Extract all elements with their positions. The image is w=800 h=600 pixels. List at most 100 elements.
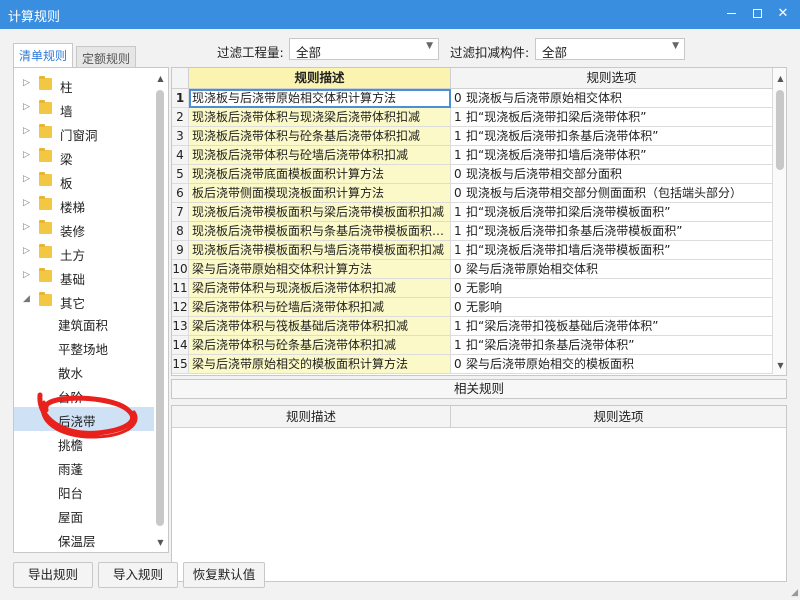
rule-desc-cell[interactable]: 梁与后浇带原始相交体积计算方法 — [189, 260, 451, 279]
tree-leaf-item[interactable]: 挑檐 — [14, 431, 154, 455]
rule-desc-cell[interactable]: 现浇板后浇带模板面积与梁后浇带模板面积扣减 — [189, 203, 451, 222]
table-row[interactable]: 9 现浇板后浇带模板面积与墙后浇带模板面积扣减 1 扣“现浇板后浇带扣墙后浇带模板面积… — [172, 241, 773, 260]
component-filter-select[interactable]: 全部 ▼ — [535, 38, 685, 60]
tree-leaf-item[interactable]: 建筑面积 — [14, 311, 154, 335]
rule-option-text: 扣“梁后浇带扣筏板基础后浇带体积” — [466, 319, 659, 333]
grid-scroll-thumb[interactable] — [776, 90, 784, 170]
rule-option-cell[interactable]: 1 扣“现浇板后浇带扣条基后浇带体积” — [451, 127, 773, 146]
rule-option-cell[interactable]: 1 扣“梁后浇带扣筏板基础后浇带体积” — [451, 317, 773, 336]
rule-desc-cell[interactable]: 现浇板与后浇带原始相交体积计算方法 — [189, 89, 451, 108]
tree-leaf-item[interactable]: 雨蓬 — [14, 455, 154, 479]
tree-folder-item[interactable]: ▷ 装修 — [14, 217, 154, 241]
tab-list-rules[interactable]: 清单规则 — [13, 43, 73, 68]
table-row[interactable]: 3 现浇板后浇带体积与砼条基后浇带体积扣减 1 扣“现浇板后浇带扣条基后浇带体积” — [172, 127, 773, 146]
chevron-right-icon[interactable]: ▷ — [23, 174, 30, 184]
rule-option-cell[interactable]: 0 梁与后浇带原始相交的模板面积 — [451, 355, 773, 374]
tab-quota-rules[interactable]: 定额规则 — [76, 46, 136, 68]
rule-desc-cell[interactable]: 现浇板后浇带体积与砼条基后浇带体积扣减 — [189, 127, 451, 146]
table-row[interactable]: 8 现浇板后浇带模板面积与条基后浇带模板面积扣减 1 扣“现浇板后浇带扣条基后浇带模板… — [172, 222, 773, 241]
rule-option-cell[interactable]: 1 扣“现浇板后浇带扣墙后浇带模板面积” — [451, 241, 773, 260]
rule-option-cell[interactable]: 1 扣“现浇板后浇带扣条基后浇带模板面积” — [451, 222, 773, 241]
tree-scrollbar[interactable]: ▲ ▼ — [153, 68, 168, 552]
chevron-right-icon[interactable]: ▷ — [23, 198, 30, 208]
chevron-right-icon[interactable]: ▷ — [23, 150, 30, 160]
close-button[interactable]: ✕ — [770, 0, 796, 29]
tree-folder-item[interactable]: ▷ 基础 — [14, 265, 154, 289]
rule-option-cell[interactable]: 1 扣“现浇板后浇带扣墙后浇带体积” — [451, 146, 773, 165]
folder-icon — [39, 76, 52, 90]
chevron-right-icon[interactable]: ▷ — [23, 222, 30, 232]
chevron-right-icon[interactable]: ▷ — [23, 246, 30, 256]
resize-grip-icon[interactable]: ◢ — [791, 588, 798, 598]
chevron-down-icon[interactable]: ◢ — [23, 294, 30, 304]
tree-leaf-item[interactable]: 台阶 — [14, 383, 154, 407]
rule-desc-cell[interactable]: 梁后浇带体积与现浇板后浇带体积扣减 — [189, 279, 451, 298]
table-row[interactable]: 12 梁后浇带体积与砼墙后浇带体积扣减 0 无影响 — [172, 298, 773, 317]
tree-folder-item[interactable]: ▷ 梁 — [14, 145, 154, 169]
tree-folder-item[interactable]: ◢ 其它 — [14, 289, 154, 313]
tree-folder-item[interactable]: ▷ 门窗洞 — [14, 121, 154, 145]
rule-desc-cell[interactable]: 现浇板后浇带体积与砼墙后浇带体积扣减 — [189, 146, 451, 165]
tree-scroll-thumb[interactable] — [156, 90, 164, 526]
tree-folder-item[interactable]: ▷ 柱 — [14, 73, 154, 97]
tree-folder-item[interactable]: ▷ 板 — [14, 169, 154, 193]
rule-desc-cell[interactable]: 梁后浇带体积与筏板基础后浇带体积扣减 — [189, 317, 451, 336]
table-row[interactable]: 5 现浇板后浇带底面模板面积计算方法 0 现浇板与后浇带相交部分面积 — [172, 165, 773, 184]
maximize-button[interactable] — [744, 0, 770, 29]
tree-leaf-item[interactable]: 散水 — [14, 359, 154, 383]
rule-option-cell[interactable]: 0 现浇板与后浇带原始相交体积 — [451, 89, 773, 108]
rule-option-cell[interactable]: 1 扣“梁后浇带扣条基后浇带体积” — [451, 336, 773, 355]
quantity-filter-select[interactable]: 全部 ▼ — [289, 38, 439, 60]
rule-desc-cell[interactable]: 梁后浇带体积与砼条基后浇带体积扣减 — [189, 336, 451, 355]
chevron-right-icon[interactable]: ▷ — [23, 78, 30, 88]
scroll-down-icon[interactable]: ▼ — [153, 536, 168, 550]
row-number: 12 — [172, 298, 189, 317]
table-row[interactable]: 10 梁与后浇带原始相交体积计算方法 0 梁与后浇带原始相交体积 — [172, 260, 773, 279]
tree-folder-label: 其它 — [60, 296, 86, 311]
table-row[interactable]: 13 梁后浇带体积与筏板基础后浇带体积扣减 1 扣“梁后浇带扣筏板基础后浇带体积” — [172, 317, 773, 336]
table-row[interactable]: 2 现浇板后浇带体积与现浇梁后浇带体积扣减 1 扣“现浇板后浇带扣梁后浇带体积” — [172, 108, 773, 127]
tree-folder-item[interactable]: ▷ 楼梯 — [14, 193, 154, 217]
tree-leaf-item[interactable]: 保温层 — [14, 527, 154, 551]
row-number-header — [172, 68, 189, 89]
rule-option-cell[interactable]: 0 无影响 — [451, 298, 773, 317]
tree-folder-item[interactable]: ▷ 墙 — [14, 97, 154, 121]
table-row[interactable]: 1 现浇板与后浇带原始相交体积计算方法 0 现浇板与后浇带原始相交体积 — [172, 89, 773, 108]
tree-leaf-label: 散水 — [58, 366, 84, 381]
table-row[interactable]: 14 梁后浇带体积与砼条基后浇带体积扣减 1 扣“梁后浇带扣条基后浇带体积” — [172, 336, 773, 355]
rule-desc-cell[interactable]: 现浇板后浇带体积与现浇梁后浇带体积扣减 — [189, 108, 451, 127]
rule-desc-cell[interactable]: 现浇板后浇带底面模板面积计算方法 — [189, 165, 451, 184]
grid-scrollbar[interactable]: ▲ ▼ — [773, 68, 786, 375]
rule-desc-cell[interactable]: 梁与后浇带原始相交的模板面积计算方法 — [189, 355, 451, 374]
rule-option-cell[interactable]: 0 无影响 — [451, 279, 773, 298]
chevron-right-icon[interactable]: ▷ — [23, 126, 30, 136]
rule-option-cell[interactable]: 0 现浇板与后浇带相交部分侧面面积（包括端头部分） — [451, 184, 773, 203]
minimize-button[interactable] — [718, 0, 744, 29]
scroll-up-icon[interactable]: ▲ — [773, 72, 786, 86]
rule-desc-cell[interactable]: 梁后浇带体积与砼墙后浇带体积扣减 — [189, 298, 451, 317]
chevron-right-icon[interactable]: ▷ — [23, 102, 30, 112]
rule-option-cell[interactable]: 1 扣“现浇板后浇带扣梁后浇带模板面积” — [451, 203, 773, 222]
tree-leaf-item[interactable]: 后浇带 — [14, 407, 154, 431]
chevron-right-icon[interactable]: ▷ — [23, 270, 30, 280]
table-row[interactable]: 4 现浇板后浇带体积与砼墙后浇带体积扣减 1 扣“现浇板后浇带扣墙后浇带体积” — [172, 146, 773, 165]
table-row[interactable]: 11 梁后浇带体积与现浇板后浇带体积扣减 0 无影响 — [172, 279, 773, 298]
rule-desc-cell[interactable]: 现浇板后浇带模板面积与墙后浇带模板面积扣减 — [189, 241, 451, 260]
table-row[interactable]: 7 现浇板后浇带模板面积与梁后浇带模板面积扣减 1 扣“现浇板后浇带扣梁后浇带模板面积… — [172, 203, 773, 222]
rule-option-cell[interactable]: 1 扣“现浇板后浇带扣梁后浇带体积” — [451, 108, 773, 127]
table-row[interactable]: 6 板后浇带侧面模现浇板面积计算方法 0 现浇板与后浇带相交部分侧面面积（包括端头部分… — [172, 184, 773, 203]
tree-folder-item[interactable]: ▷ 土方 — [14, 241, 154, 265]
rule-option-cell[interactable]: 0 梁与后浇带原始相交体积 — [451, 260, 773, 279]
scroll-down-icon[interactable]: ▼ — [773, 359, 786, 373]
rule-desc-cell[interactable]: 板后浇带侧面模现浇板面积计算方法 — [189, 184, 451, 203]
rule-desc-cell[interactable]: 现浇板后浇带模板面积与条基后浇带模板面积扣减 — [189, 222, 451, 241]
import-rules-button[interactable]: 导入规则 — [98, 562, 178, 588]
tree-leaf-item[interactable]: 屋面 — [14, 503, 154, 527]
rule-option-cell[interactable]: 0 现浇板与后浇带相交部分面积 — [451, 165, 773, 184]
table-row[interactable]: 15 梁与后浇带原始相交的模板面积计算方法 0 梁与后浇带原始相交的模板面积 — [172, 355, 773, 374]
restore-defaults-button[interactable]: 恢复默认值 — [183, 562, 265, 588]
tree-leaf-item[interactable]: 平整场地 — [14, 335, 154, 359]
scroll-up-icon[interactable]: ▲ — [153, 72, 168, 86]
export-rules-button[interactable]: 导出规则 — [13, 562, 93, 588]
tree-leaf-item[interactable]: 阳台 — [14, 479, 154, 503]
